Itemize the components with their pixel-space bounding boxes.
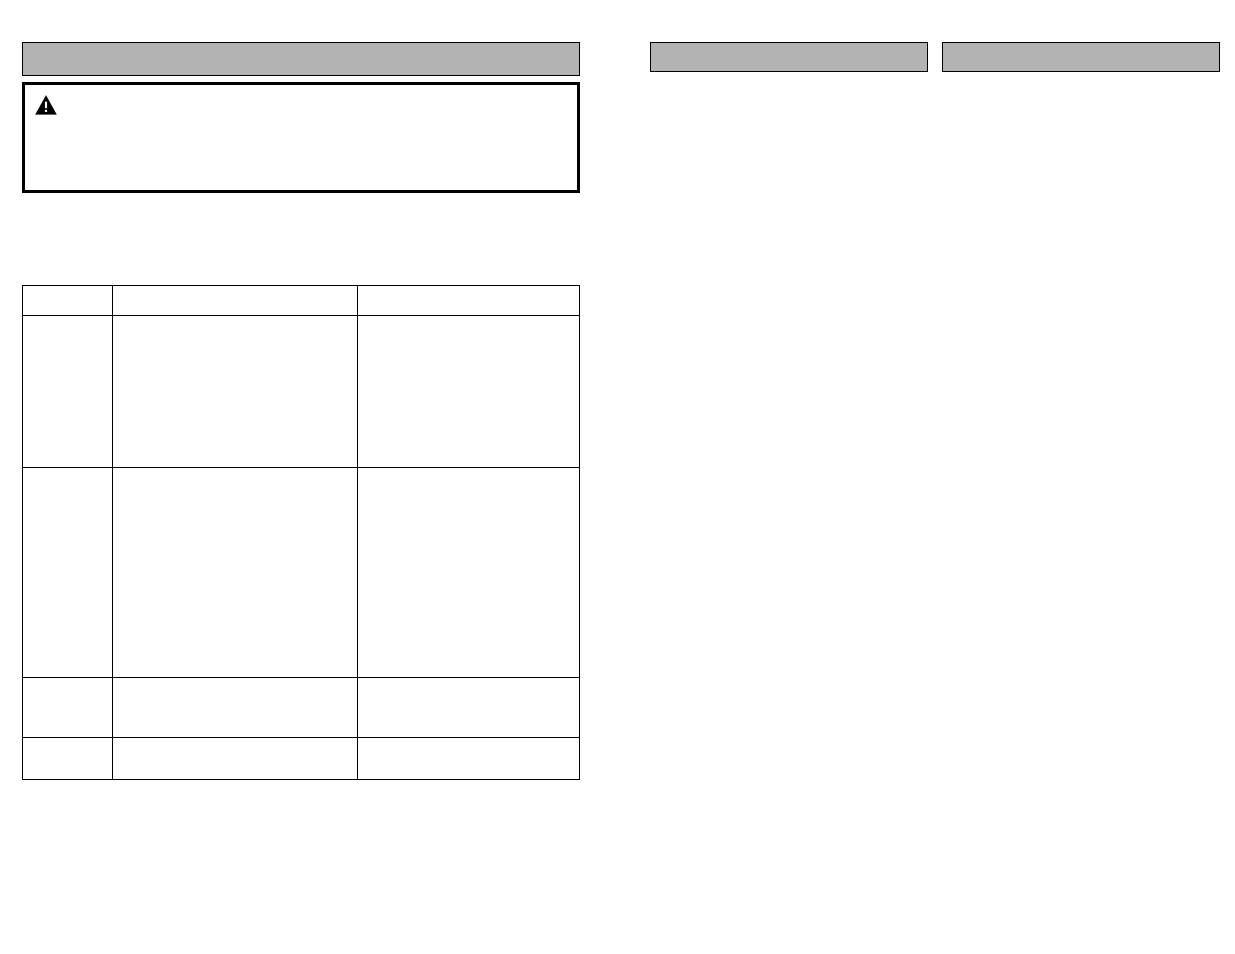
table-cell xyxy=(113,738,357,780)
table-cell xyxy=(23,738,113,780)
section-header-bar-right-a xyxy=(650,42,928,72)
table-cell xyxy=(357,468,579,678)
table-cell xyxy=(113,468,357,678)
table-header-cell xyxy=(357,286,579,316)
table-header-cell xyxy=(113,286,357,316)
table-row xyxy=(23,678,580,738)
table-cell xyxy=(113,678,357,738)
table-cell xyxy=(357,678,579,738)
table-cell xyxy=(23,468,113,678)
left-column xyxy=(22,42,580,934)
warning-callout xyxy=(22,82,580,193)
table-cell xyxy=(113,316,357,468)
intro-paragraph xyxy=(22,193,580,285)
table-row xyxy=(23,468,580,678)
right-column-a xyxy=(650,42,928,934)
table-cell xyxy=(23,678,113,738)
table-row xyxy=(23,316,580,468)
warning-triangle-icon xyxy=(33,93,59,182)
document-page xyxy=(0,0,1235,954)
right-columns xyxy=(650,42,1220,934)
table-header-cell xyxy=(23,286,113,316)
table-cell xyxy=(23,316,113,468)
section-header-bar-right-b xyxy=(942,42,1220,72)
table-row xyxy=(23,738,580,780)
table-cell xyxy=(357,316,579,468)
section-header-bar-left xyxy=(22,42,580,76)
right-column-b xyxy=(942,42,1220,934)
table-cell xyxy=(357,738,579,780)
table-header-row xyxy=(23,286,580,316)
maintenance-schedule-table xyxy=(22,285,580,780)
